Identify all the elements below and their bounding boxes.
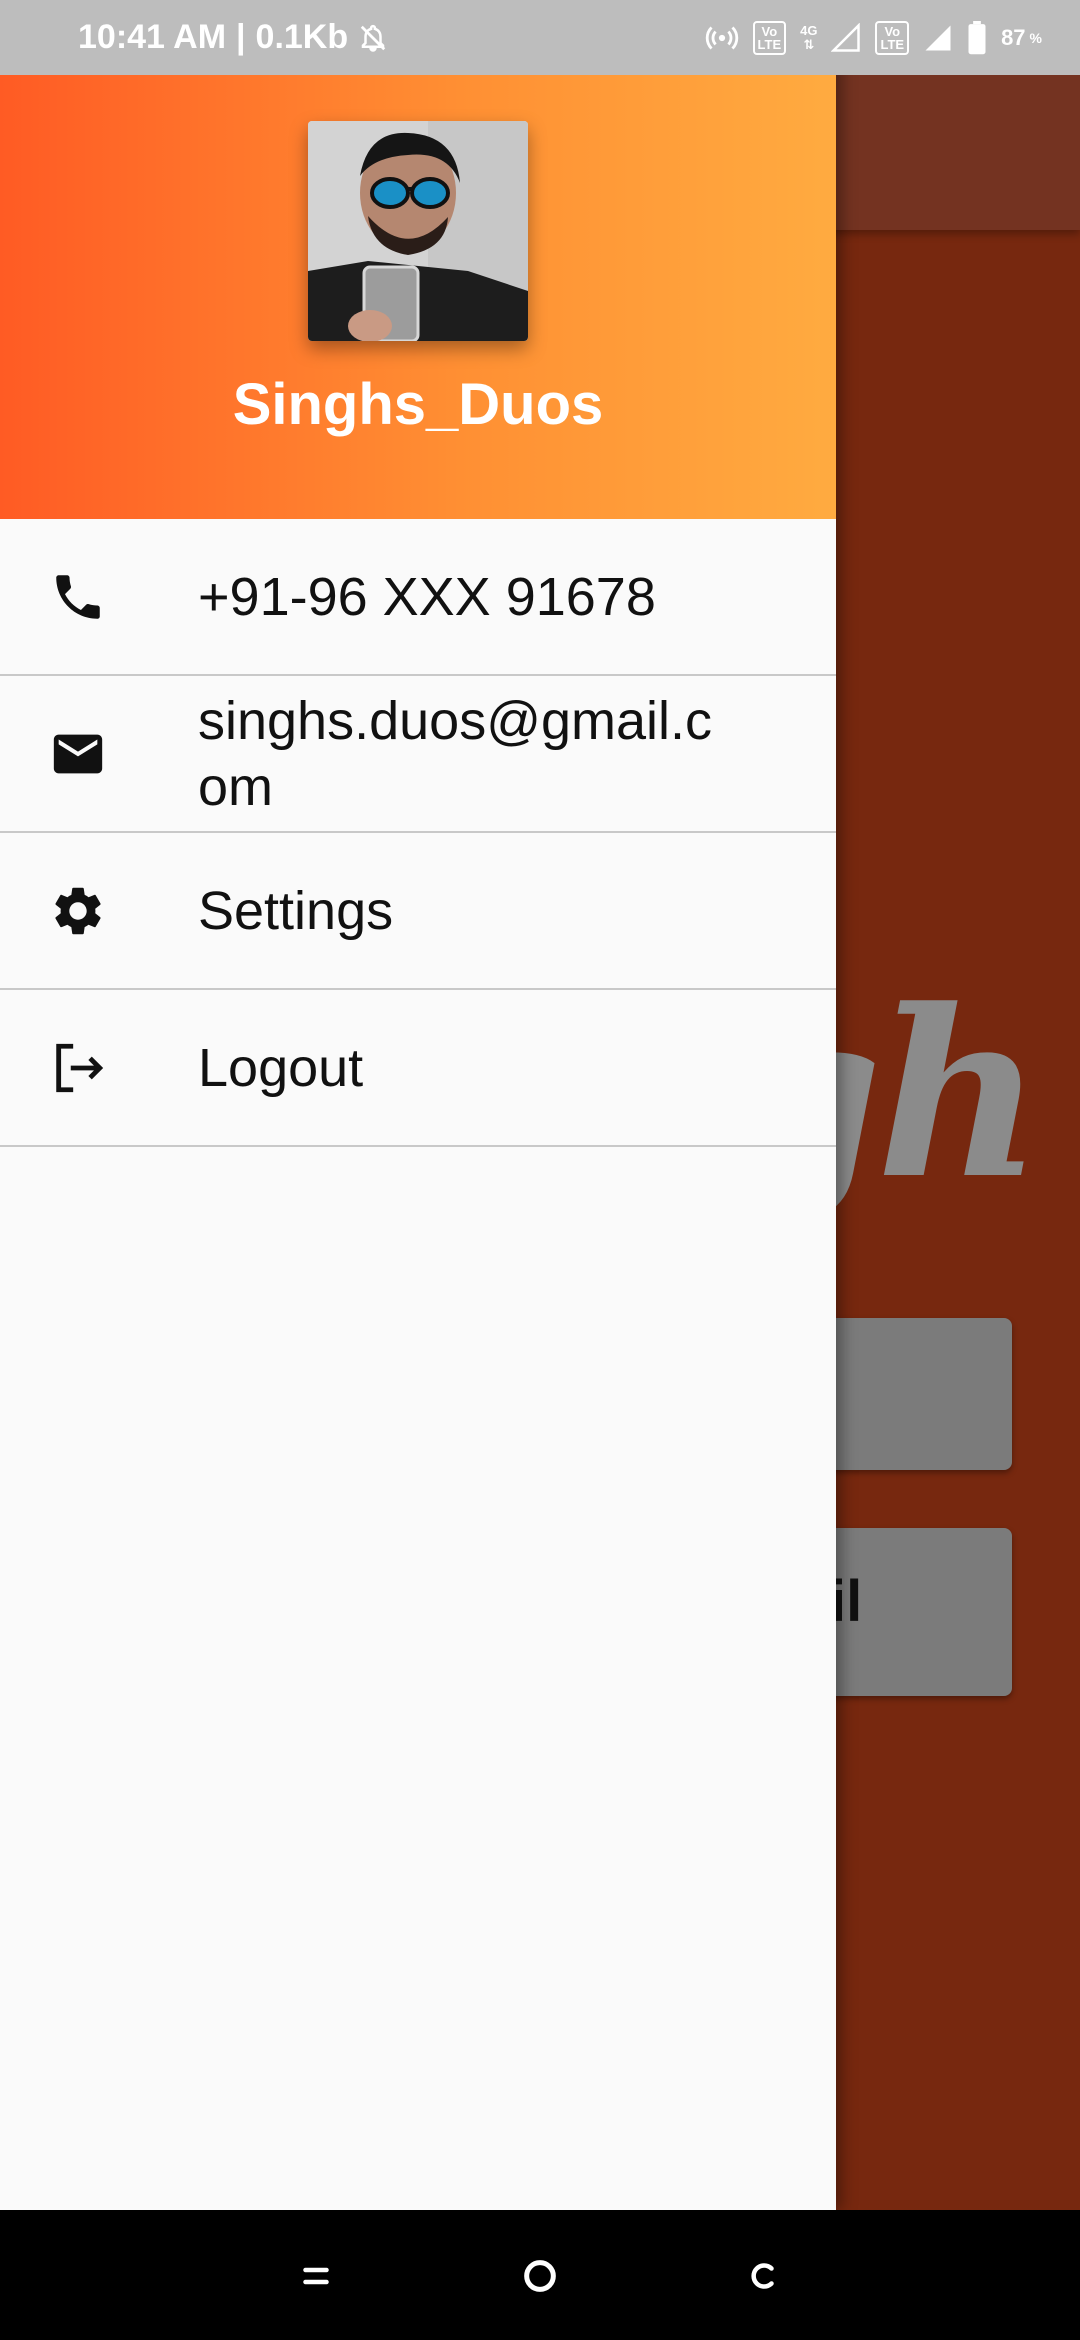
battery-unit: % [1029,29,1042,46]
hotspot-icon [705,21,739,55]
drawer-menu: +91-96 XXX 91678 singhs.duos@gmail.com S… [0,519,836,1147]
back-icon[interactable] [734,2246,794,2306]
status-time: 10:41 AM [78,18,227,56]
signal-icon [831,22,861,53]
phone-icon [48,567,108,627]
recents-icon[interactable] [286,2246,346,2306]
status-data-speed: 0.1Kb [255,18,349,56]
menu-item-email[interactable]: singhs.duos@gmail.com [0,676,836,833]
menu-item-label: +91-96 XXX 91678 [198,566,656,627]
signal-icon-2 [923,23,953,53]
status-bar-right: Vo LTE 4G ⇅ Vo LTE 87 % [705,0,1042,75]
status-bar: 10:41 AM | 0.1Kb Vo LTE 4G ⇅ Vo LTE 87 % [0,0,1080,75]
menu-item-label: Logout [198,1037,364,1098]
system-navigation-bar [0,2210,1080,2340]
battery-icon [967,20,987,55]
logout-icon [48,1038,108,1098]
user-name: Singhs_Duos [232,372,604,437]
menu-item-settings[interactable]: Settings [0,833,836,990]
status-separator: | [236,18,246,56]
network-type: 4G ⇅ [800,22,818,52]
drawer-header: Singhs_Duos [0,75,836,519]
data-arrows-icon: ⇅ [803,36,815,52]
mail-icon [48,724,108,784]
menu-item-logout[interactable]: Logout [0,990,836,1147]
bell-off-icon [358,22,388,54]
volte-badge-2: Vo LTE [875,20,910,55]
status-bar-left: 10:41 AM | 0.1Kb [78,0,388,75]
menu-item-label: singhs.duos@gmail.com [198,690,713,817]
home-icon[interactable] [510,2246,570,2306]
menu-item-label: Settings [198,880,394,941]
battery-percent: 87 [1001,24,1026,50]
menu-item-phone[interactable]: +91-96 XXX 91678 [0,519,836,676]
volte-badge-1: Vo LTE [752,20,787,55]
gear-icon [48,881,108,941]
avatar[interactable] [308,121,528,341]
navigation-drawer: Singhs_Duos +91-96 XXX 91678 singhs.duos… [0,0,836,2210]
